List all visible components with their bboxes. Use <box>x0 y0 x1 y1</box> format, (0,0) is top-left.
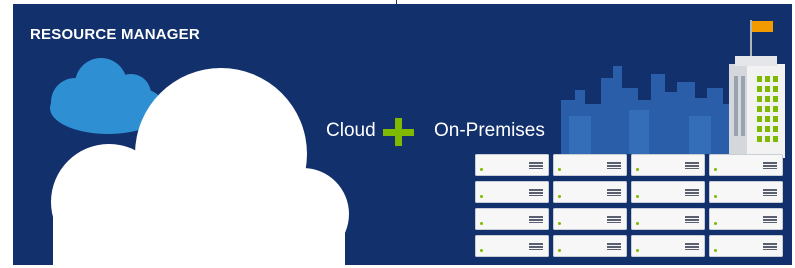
vent-icon <box>529 189 543 196</box>
vent-icon <box>763 243 777 250</box>
server-unit-icon <box>553 181 627 203</box>
status-led-icon <box>636 195 639 198</box>
vent-icon <box>763 162 777 169</box>
status-led-icon <box>714 168 717 171</box>
vent-icon <box>529 162 543 169</box>
vent-icon <box>763 189 777 196</box>
status-led-icon <box>636 249 639 252</box>
server-unit-icon <box>475 208 549 230</box>
on-premises-label: On-Premises <box>434 120 545 141</box>
vent-icon <box>685 162 699 169</box>
server-unit-icon <box>709 154 783 176</box>
vent-icon <box>763 216 777 223</box>
server-unit-icon <box>475 235 549 257</box>
server-unit-icon <box>631 154 705 176</box>
server-unit-icon <box>553 235 627 257</box>
status-led-icon <box>558 195 561 198</box>
server-unit-icon <box>553 208 627 230</box>
status-led-icon <box>480 168 483 171</box>
vent-icon <box>685 216 699 223</box>
status-led-icon <box>714 195 717 198</box>
cloud-label: Cloud <box>326 120 376 141</box>
status-led-icon <box>480 195 483 198</box>
plus-icon <box>383 118 414 146</box>
vent-icon <box>529 216 543 223</box>
status-led-icon <box>558 222 561 225</box>
server-unit-icon <box>475 181 549 203</box>
server-unit-icon <box>631 181 705 203</box>
vent-icon <box>607 162 621 169</box>
server-unit-icon <box>475 154 549 176</box>
status-led-icon <box>558 249 561 252</box>
server-unit-icon <box>553 154 627 176</box>
server-unit-icon <box>709 181 783 203</box>
server-unit-icon <box>631 208 705 230</box>
status-led-icon <box>558 168 561 171</box>
server-rack <box>475 154 787 260</box>
resource-manager-banner: RESOURCE MANAGER Cloud On-Premises <box>13 4 792 265</box>
vent-icon <box>607 216 621 223</box>
status-led-icon <box>636 222 639 225</box>
vent-icon <box>607 243 621 250</box>
status-led-icon <box>714 222 717 225</box>
status-led-icon <box>714 249 717 252</box>
vent-icon <box>685 243 699 250</box>
vent-icon <box>685 189 699 196</box>
vent-icon <box>607 189 621 196</box>
banner-title: RESOURCE MANAGER <box>30 26 200 43</box>
server-unit-icon <box>709 235 783 257</box>
server-unit-icon <box>631 235 705 257</box>
status-led-icon <box>636 168 639 171</box>
server-unit-icon <box>709 208 783 230</box>
status-led-icon <box>480 249 483 252</box>
status-led-icon <box>480 222 483 225</box>
vent-icon <box>529 243 543 250</box>
